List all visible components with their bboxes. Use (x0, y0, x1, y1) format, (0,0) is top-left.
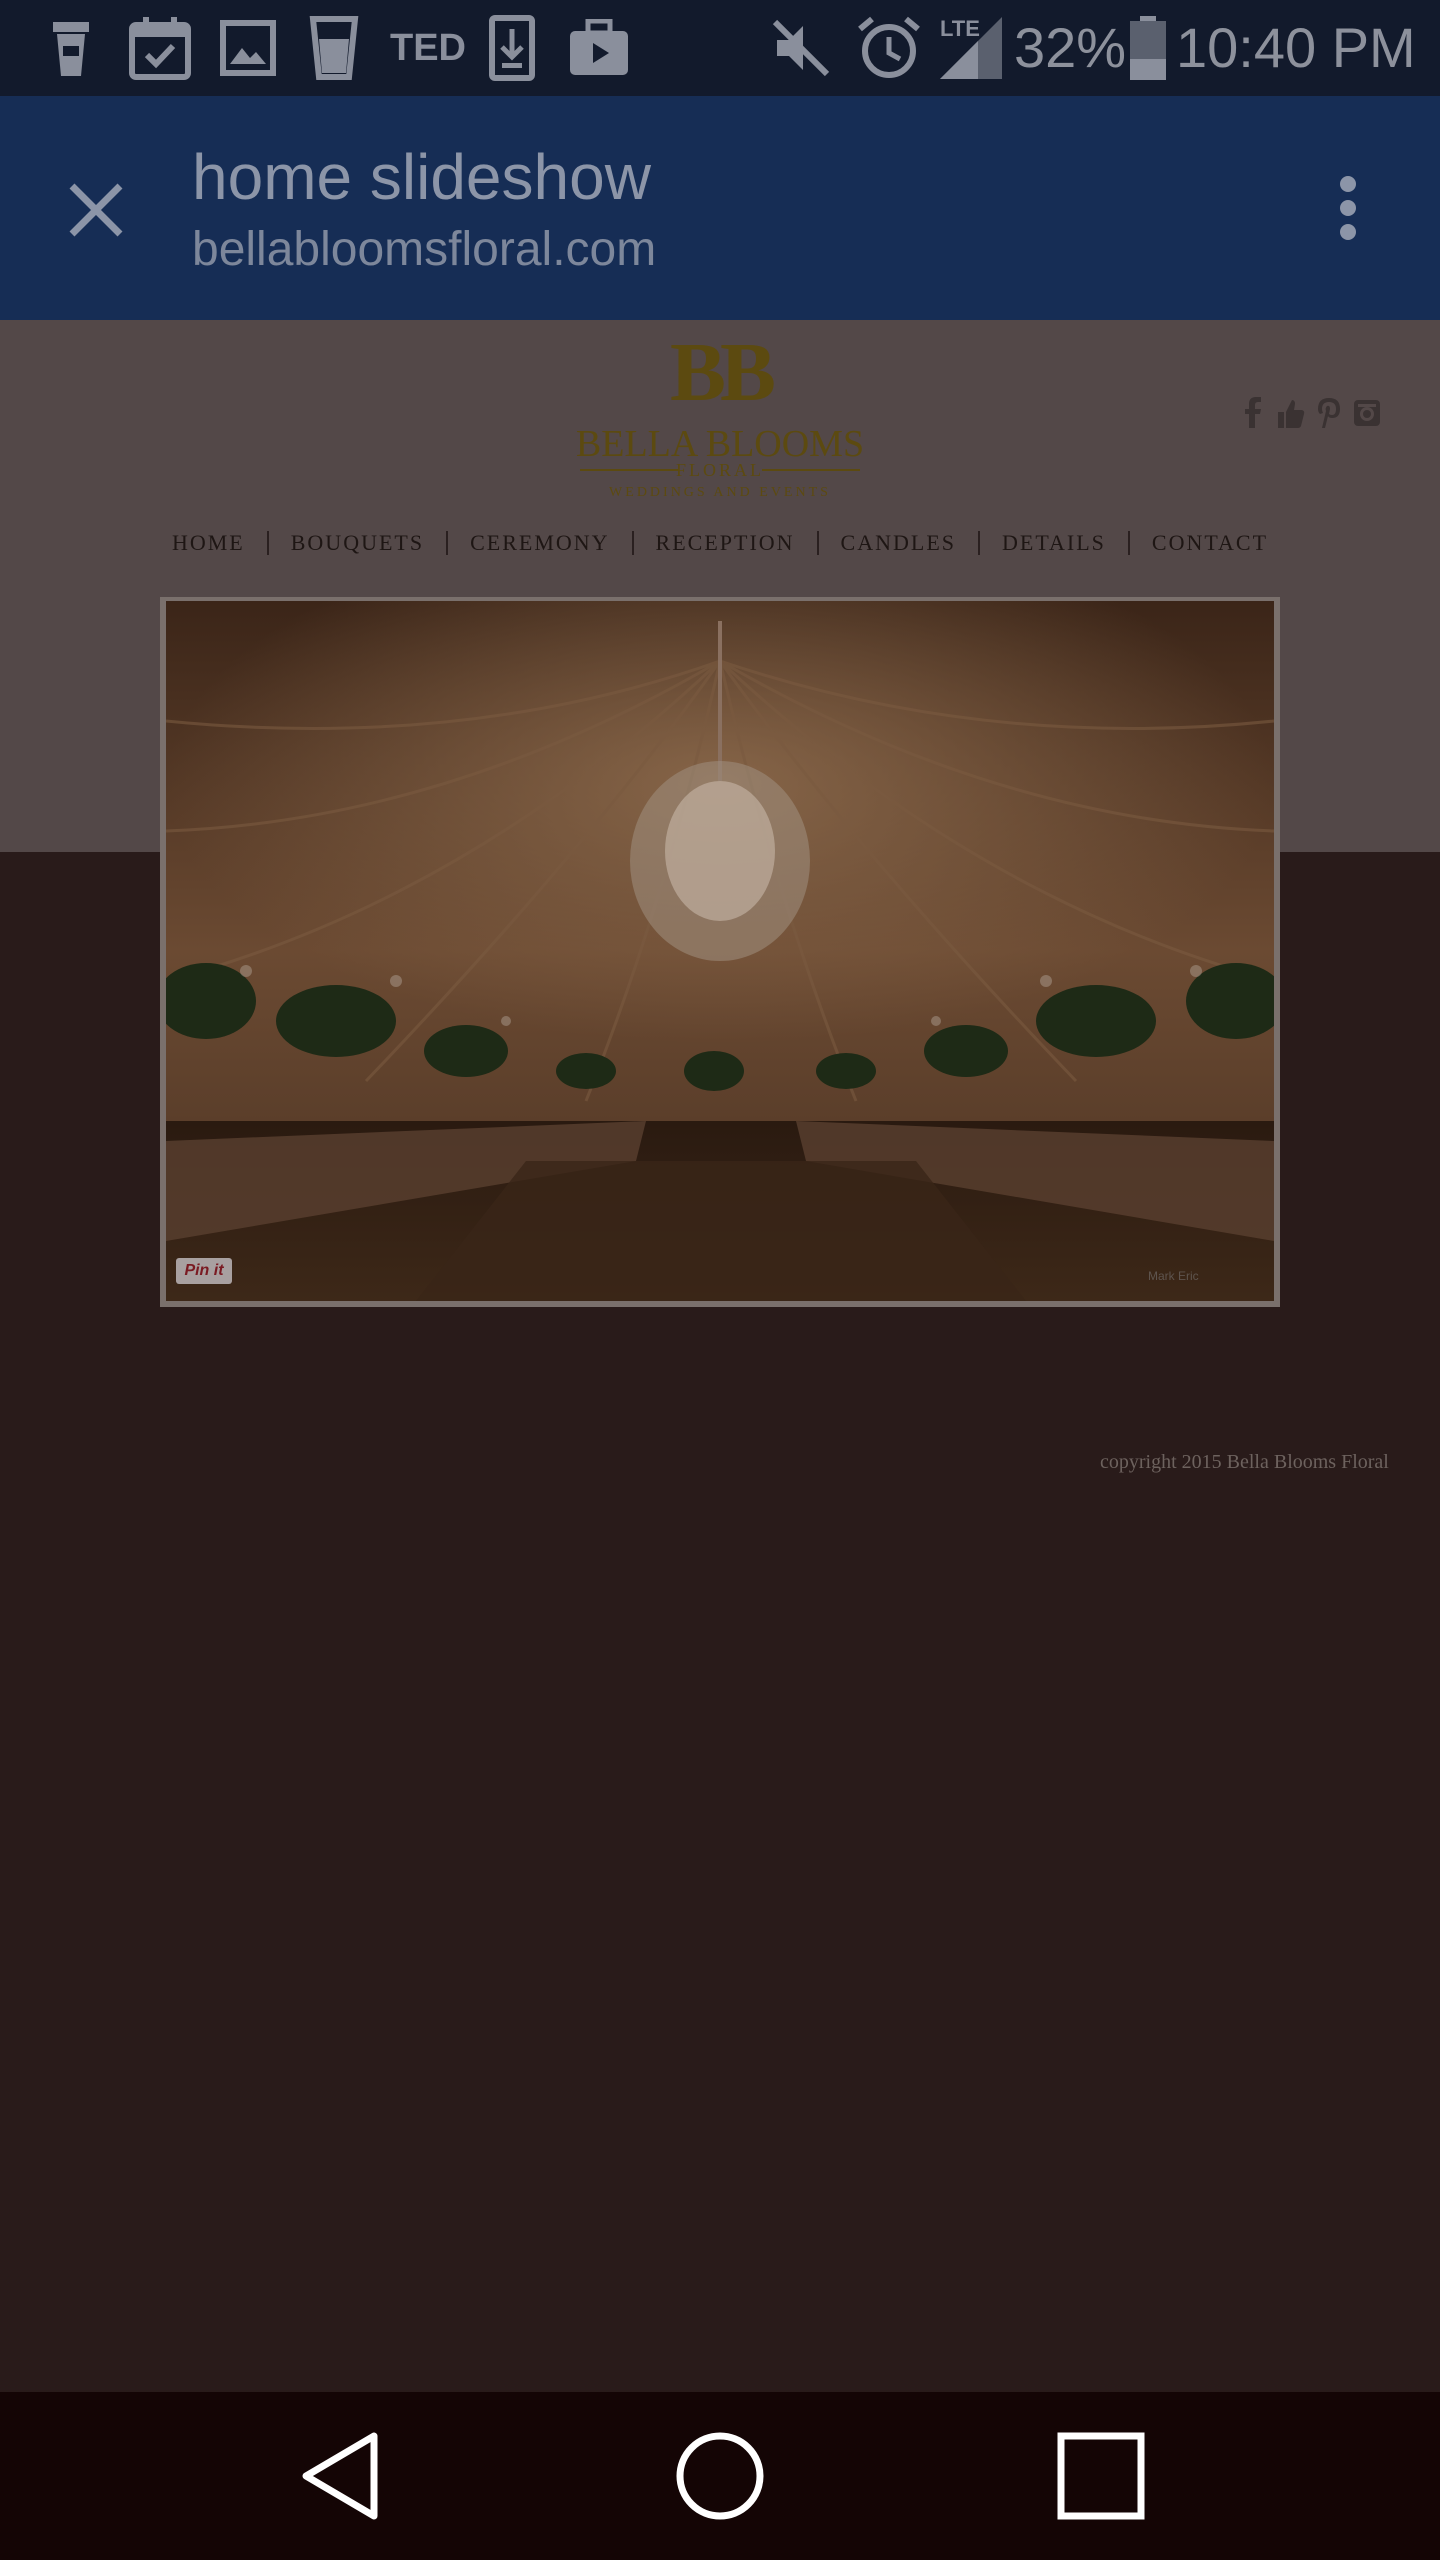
main-navigation: HOME BOUQUETS CEREMONY RECEPTION CANDLES… (0, 530, 1440, 556)
page-url[interactable]: bellabloomsfloral.com (192, 222, 656, 277)
network-type-label: LTE (940, 16, 980, 41)
slideshow-image[interactable] (166, 601, 1274, 1301)
nav-contact[interactable]: CONTACT (1130, 530, 1290, 556)
clock: 10:40 PM (1176, 16, 1416, 79)
like-icon[interactable] (1276, 396, 1306, 430)
logo-name: BELLA BLOOMS (576, 423, 864, 465)
recents-icon (1057, 2432, 1145, 2520)
page-title: home slideshow (192, 141, 651, 213)
recents-button[interactable] (1046, 2424, 1156, 2528)
mute-icon (770, 14, 832, 82)
back-icon (302, 2432, 378, 2520)
status-bar: TED LTE 32% 10:40 PM (0, 0, 1440, 96)
briefcase-icon (568, 14, 630, 82)
instagram-icon[interactable] (1352, 396, 1382, 430)
coffee-cup-icon (46, 14, 96, 82)
nav-home[interactable]: HOME (150, 530, 267, 556)
more-vert-icon (1340, 176, 1356, 240)
site-logo[interactable]: BB BELLA BLOOMS FLORAL WEDDINGS AND EVEN… (570, 322, 870, 502)
alarm-icon (856, 14, 922, 82)
close-icon (69, 183, 123, 237)
home-icon (676, 2432, 764, 2520)
back-button[interactable] (286, 2424, 396, 2528)
logo-floral: FLORAL (676, 460, 764, 480)
pin-it-button[interactable]: Pin it (176, 1258, 232, 1284)
nav-ceremony[interactable]: CEREMONY (448, 530, 631, 556)
nav-details[interactable]: DETAILS (980, 530, 1128, 556)
overflow-menu-button[interactable] (1320, 170, 1376, 246)
social-links (1240, 396, 1382, 430)
copyright-text: copyright 2015 Bella Blooms Floral (1100, 1451, 1389, 1473)
download-icon (488, 14, 536, 82)
logo-tagline: WEDDINGS AND EVENTS (609, 485, 831, 500)
image-icon (220, 14, 276, 82)
home-button[interactable] (665, 2424, 775, 2528)
photo-credit: Mark Eric (1148, 1269, 1199, 1283)
facebook-icon[interactable] (1240, 396, 1266, 430)
pinterest-icon[interactable] (1316, 396, 1342, 430)
ted-icon: TED (390, 27, 466, 69)
nav-reception[interactable]: RECEPTION (634, 530, 817, 556)
battery-percent: 32% (1014, 16, 1127, 79)
nav-candles[interactable]: CANDLES (819, 530, 978, 556)
calendar-check-icon (128, 14, 192, 82)
close-button[interactable] (58, 172, 134, 248)
battery-icon (1128, 14, 1168, 82)
logo-monogram: BB (670, 326, 774, 419)
glass-icon (308, 14, 360, 82)
nav-bouquets[interactable]: BOUQUETS (269, 530, 446, 556)
